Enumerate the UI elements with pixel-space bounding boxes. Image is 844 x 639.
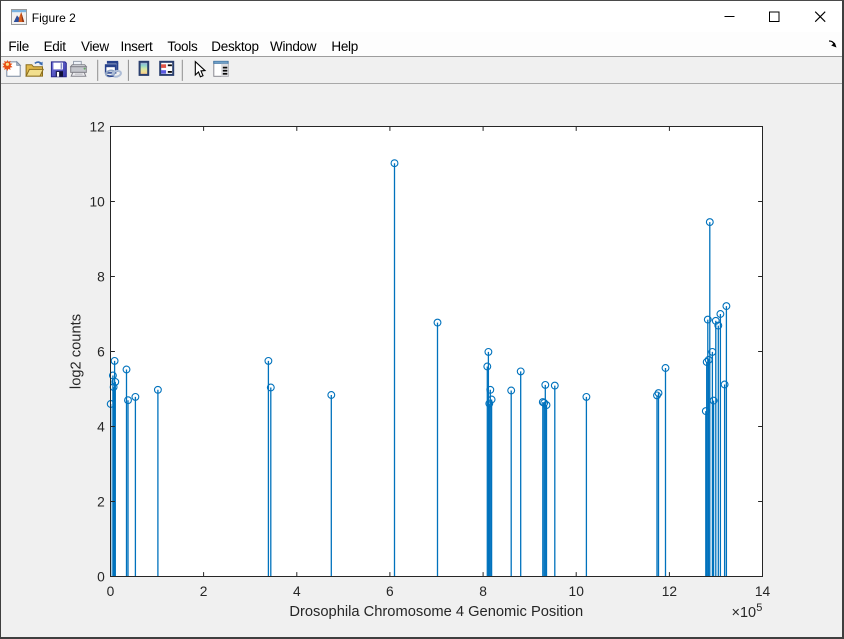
svg-text:Drosophila Chromosome 4 Genomi: Drosophila Chromosome 4 Genomic Position <box>289 604 583 620</box>
svg-text:0: 0 <box>107 584 115 599</box>
svg-text:14: 14 <box>755 584 771 599</box>
svg-text:12: 12 <box>89 120 104 135</box>
svg-text:4: 4 <box>293 584 301 599</box>
svg-text:0: 0 <box>97 570 105 585</box>
svg-text:4: 4 <box>97 420 105 435</box>
svg-text:5: 5 <box>756 602 762 614</box>
svg-text:×10: ×10 <box>732 605 757 621</box>
svg-text:8: 8 <box>97 270 105 285</box>
svg-text:8: 8 <box>479 584 487 599</box>
svg-text:10: 10 <box>569 584 585 599</box>
svg-text:log2 counts: log2 counts <box>69 314 85 389</box>
svg-text:2: 2 <box>200 584 208 599</box>
svg-text:12: 12 <box>662 584 677 599</box>
svg-text:2: 2 <box>97 495 105 510</box>
svg-text:10: 10 <box>89 195 105 210</box>
svg-text:6: 6 <box>97 345 105 360</box>
svg-text:6: 6 <box>386 584 394 599</box>
